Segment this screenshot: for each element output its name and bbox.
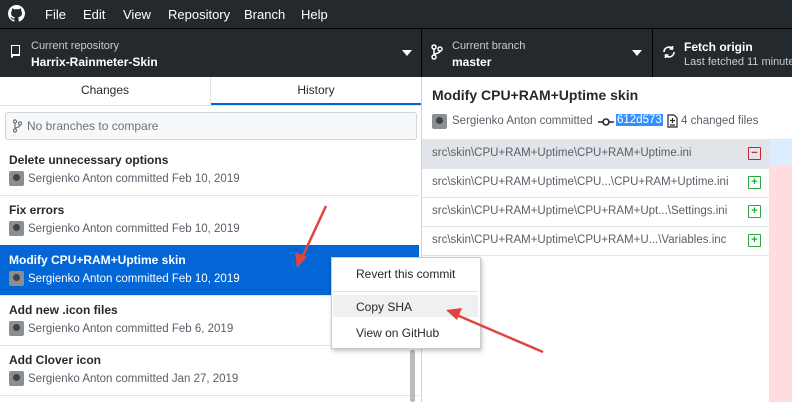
annotation-arrows xyxy=(295,205,544,354)
annotation-arrow-commit xyxy=(295,205,328,268)
annotation-arrow-copy-sha xyxy=(446,308,544,354)
